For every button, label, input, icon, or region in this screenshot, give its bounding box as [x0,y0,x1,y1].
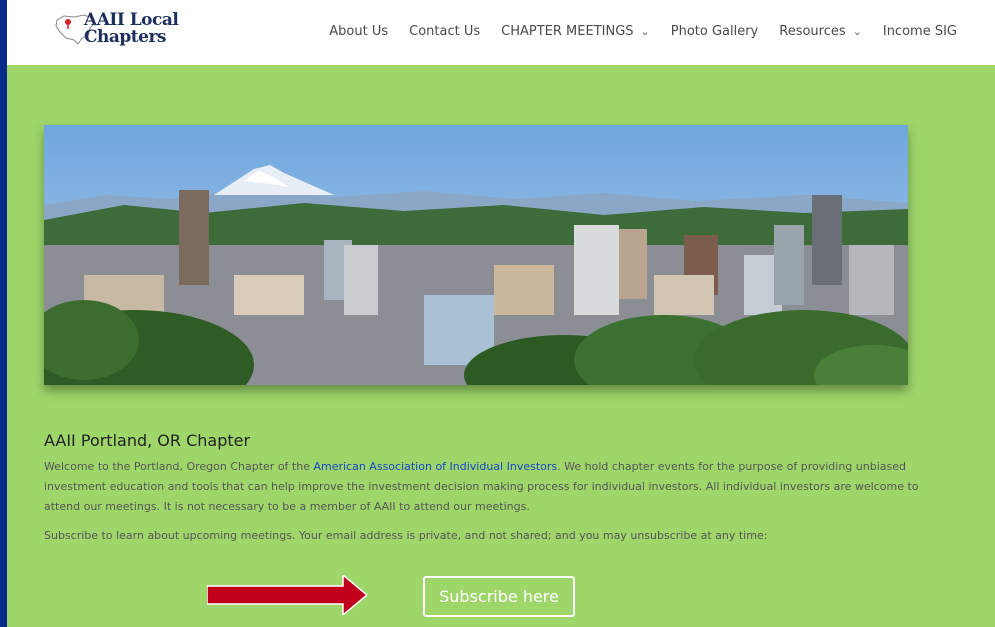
skyline-illustration [44,125,908,385]
nav-label: Contact Us [409,24,481,39]
chevron-down-icon: ⌄ [640,25,650,38]
nav-contact-us[interactable]: Contact Us [409,24,480,39]
chapter-title: AAII Portland, OR Chapter [44,431,251,450]
subscribe-button[interactable]: Subscribe here [423,576,575,617]
nav-income-sig[interactable]: Income SIG [883,24,957,39]
main-content: AAII Portland, OR Chapter Welcome to the… [7,65,995,627]
nav-resources[interactable]: Resources ⌄ [779,24,862,39]
nav-label: About Us [329,24,389,39]
site-header: AAII Local Chapters About Us Contact Us … [7,0,995,65]
nav-label: Income SIG [882,24,957,39]
nav-label: Resources [779,24,846,39]
nav-photo-gallery[interactable]: Photo Gallery [671,24,759,39]
site-logo[interactable]: AAII Local Chapters [54,8,184,54]
hero-city-skyline-image [44,125,908,385]
logo-text: AAII Local Chapters [84,12,179,47]
page-frame [0,0,7,627]
red-arrow-icon [207,575,367,615]
nav-about-us[interactable]: About Us [329,24,388,39]
main-nav: About Us Contact Us CHAPTER MEETINGS ⌄ P… [308,24,957,39]
chapter-intro: Welcome to the Portland, Oregon Chapter … [44,457,954,517]
intro-text-before: Welcome to the Portland, Oregon Chapter … [44,460,314,473]
aaii-link[interactable]: American Association of Individual Inves… [313,460,557,473]
nav-label: Photo Gallery [670,24,759,39]
logo-line-2: Chapters [84,27,167,47]
nav-label: CHAPTER MEETINGS [501,24,634,39]
chevron-down-icon: ⌄ [852,25,862,38]
nav-chapter-meetings[interactable]: CHAPTER MEETINGS ⌄ [501,24,650,39]
subscribe-note: Subscribe to learn about upcoming meetin… [44,529,768,542]
